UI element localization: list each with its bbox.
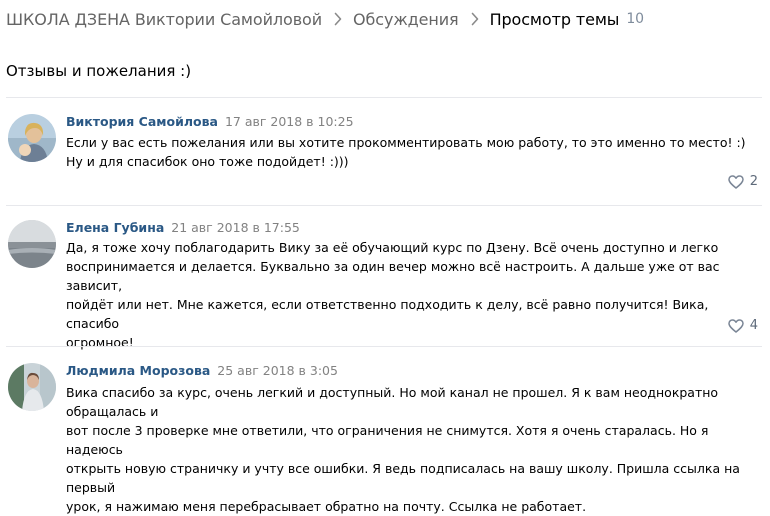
post-header: Людмила Морозова 25 авг 2018 в 3:05 bbox=[66, 363, 338, 378]
chevron-right-icon bbox=[334, 12, 342, 26]
list-item: Людмила Морозова 25 авг 2018 в 3:05 Вика… bbox=[0, 347, 770, 514]
chevron-right-icon bbox=[471, 12, 479, 26]
breadcrumb-current: Просмотр темы bbox=[489, 9, 620, 29]
list-item: Елена Губина 21 авг 2018 в 17:55 Да, я т… bbox=[0, 206, 770, 350]
post-text: Да, я тоже хочу поблагодарить Вику за её… bbox=[66, 240, 720, 350]
avatar[interactable] bbox=[8, 114, 56, 162]
avatar[interactable] bbox=[8, 363, 56, 411]
author-link[interactable]: Елена Губина bbox=[66, 220, 164, 235]
post-text: Если у вас есть пожелания или вы хотите … bbox=[66, 135, 746, 169]
avatar[interactable] bbox=[8, 220, 56, 268]
post-text: Вика спасибо за курс, очень легкий и дос… bbox=[66, 385, 740, 514]
breadcrumb-community-link[interactable]: ШКОЛА ДЗЕНА Виктории Самойловой bbox=[6, 10, 322, 29]
heart-icon bbox=[727, 174, 744, 189]
like-count: 4 bbox=[749, 318, 758, 333]
post-date[interactable]: 25 авг 2018 в 3:05 bbox=[217, 363, 338, 378]
post-count: 10 bbox=[626, 11, 644, 27]
post-header: Елена Губина 21 авг 2018 в 17:55 bbox=[66, 220, 300, 235]
author-link[interactable]: Виктория Самойлова bbox=[66, 114, 218, 129]
list-item: Виктория Самойлова 17 авг 2018 в 10:25 Е… bbox=[0, 98, 770, 205]
topic-title: Отзывы и пожелания :) bbox=[6, 62, 192, 80]
like-count: 2 bbox=[749, 174, 758, 189]
post-date[interactable]: 17 авг 2018 в 10:25 bbox=[225, 114, 354, 129]
author-link[interactable]: Людмила Морозова bbox=[66, 363, 210, 378]
like-button[interactable]: 4 bbox=[727, 318, 758, 333]
like-button[interactable]: 2 bbox=[727, 174, 758, 189]
post-header: Виктория Самойлова 17 авг 2018 в 10:25 bbox=[66, 114, 354, 129]
breadcrumb-discussions-link[interactable]: Обсуждения bbox=[353, 10, 459, 29]
breadcrumb: ШКОЛА ДЗЕНА Виктории Самойловой Обсужден… bbox=[6, 6, 644, 32]
heart-icon bbox=[727, 318, 744, 333]
post-date[interactable]: 21 авг 2018 в 17:55 bbox=[171, 220, 300, 235]
